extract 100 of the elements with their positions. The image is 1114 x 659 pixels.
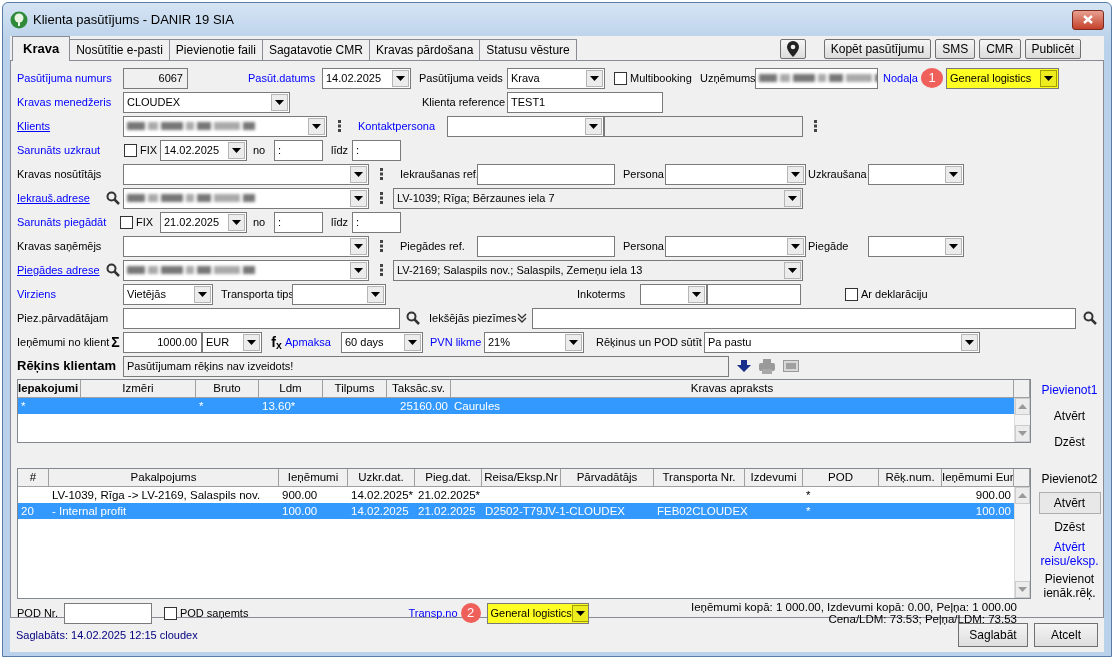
scroll-down-icon[interactable] [1015,425,1030,442]
action-button[interactable]: Pievienot2 [1041,472,1098,486]
column-header[interactable]: Reisa/Eksp.Nr [482,469,561,487]
toolbar-button[interactable]: Publicēt [1024,39,1082,59]
field-link[interactable]: Piegādes adrese [17,261,105,279]
dropdown-field[interactable] [447,115,604,137]
action-button[interactable]: Dzēst [1054,520,1085,534]
dropdown-field[interactable] [640,283,707,305]
input-field[interactable]: : [274,139,323,161]
dropdown-field[interactable] [123,187,369,209]
search-icon[interactable] [406,311,420,325]
dropdown-field[interactable] [868,235,964,257]
checkbox[interactable] [120,215,133,229]
dropdown-field[interactable]: General logistics [486,602,589,624]
dropdown-field[interactable]: CLOUDEX [123,91,290,113]
column-header[interactable]: Transporta Nr. [654,469,745,487]
column-header[interactable]: Pieg.dat. [415,469,482,487]
tab[interactable]: Nosūtītie e-pasti [69,39,170,60]
column-header[interactable]: # [18,469,49,487]
menu-dots-icon[interactable] [379,240,385,252]
dropdown-field[interactable]: Krava [507,67,605,89]
checkbox[interactable] [163,606,177,620]
search-icon[interactable] [106,191,120,205]
dropdown-field[interactable]: 21% [484,331,584,353]
down-arrow-icon[interactable] [737,360,751,372]
tab[interactable]: Statusu vēsture [479,39,577,60]
action-link[interactable]: Atvērt reisu/eksp. [1036,540,1103,568]
input-field[interactable] [477,163,615,185]
scroll-down-icon[interactable] [1015,581,1030,598]
dropdown-field[interactable] [123,115,327,137]
dropdown-field[interactable] [123,259,369,281]
menu-dots-icon[interactable] [379,168,385,180]
column-header[interactable]: Bruto [196,380,259,398]
column-header[interactable]: Ieņēmumi [279,469,348,487]
input-field[interactable] [477,235,615,257]
action-link[interactable]: Pievienot1 [1041,383,1098,397]
footer-button[interactable]: Saglabāt [958,623,1028,647]
column-header[interactable]: Tilpums [323,380,387,398]
input-field[interactable]: 6067 [123,67,188,89]
dropdown-field[interactable] [665,163,806,185]
menu-dots-icon[interactable] [337,120,343,132]
tab[interactable]: Sagatavotie CMR [261,39,370,60]
field-link[interactable]: Iekrauš.adrese [17,189,105,207]
field-link[interactable]: Pasūtījuma numurs [17,69,123,87]
menu-dots-icon[interactable] [379,264,385,276]
toolbar-button[interactable]: Kopēt pasūtījumu [823,39,932,59]
dropdown-field[interactable]: General logistics [946,67,1059,89]
close-button[interactable] [1072,9,1104,30]
action-button[interactable]: Atvērt [1053,409,1086,423]
dropdown-field[interactable]: 60 days [341,331,423,353]
field-link[interactable]: PVN likme [430,333,484,351]
input-field[interactable] [532,307,1076,329]
column-header[interactable]: Uzkr.dat. [348,469,415,487]
scrollbar[interactable] [1014,487,1030,598]
field-link[interactable]: Virziens [17,285,123,303]
action-button[interactable]: Pievienot ienāk.rēķ. [1036,572,1103,600]
field-link[interactable]: Klients [17,117,123,135]
column-header[interactable]: Rēķ.num. [879,469,942,487]
menu-dots-icon[interactable] [813,120,819,132]
column-header[interactable]: Pakalpojums [49,469,279,487]
column-header[interactable]: Ieņēmumi Eur [942,469,1014,487]
input-field[interactable] [707,283,801,305]
field-link[interactable]: Sarunāts piegādāt [17,213,120,231]
dropdown-field[interactable] [665,235,806,257]
input-field[interactable] [604,115,803,137]
search-icon[interactable] [106,263,120,277]
dropdown-field[interactable]: LV-2169; Salaspils nov.; Salaspils, Zemeņu iela 13 [393,259,803,281]
input-field[interactable]: : [352,139,401,161]
dropdown-field[interactable]: 14.02.2025 [160,139,247,161]
footer-button[interactable]: Atcelt [1034,623,1098,647]
menu-dots-icon[interactable] [379,192,385,204]
field-link[interactable]: Pasūt.datums [248,69,322,87]
input-field[interactable]: 1000.00 [123,331,202,353]
column-header[interactable]: Izdevumi [745,469,803,487]
scroll-up-icon[interactable] [1015,398,1030,415]
column-header[interactable]: Ldm [259,380,323,398]
input-field[interactable] [123,307,400,329]
scrollbar[interactable] [1014,398,1030,442]
column-header[interactable]: Taksāc.sv. [387,380,451,398]
search-icon[interactable] [1083,311,1097,325]
column-header[interactable]: Izmēri [81,380,196,398]
dropdown-field[interactable] [123,163,369,185]
dropdown-field[interactable]: EUR [202,331,262,353]
dropdown-field[interactable]: Pa pastu [704,331,980,353]
dropdown-field[interactable] [755,67,878,89]
action-button[interactable]: Dzēst [1054,435,1085,449]
column-header[interactable]: Iepakojumi [18,380,81,398]
input-field[interactable]: : [352,211,401,233]
field-link[interactable]: Kravas menedžeris [17,93,123,111]
field-link[interactable]: Nodaļa [883,69,920,87]
dropdown-field[interactable]: 21.02.2025 [160,211,247,233]
tab[interactable]: Krava [12,36,71,61]
dropdown-field[interactable] [123,235,369,257]
column-header[interactable]: POD [803,469,879,487]
input-field[interactable]: TEST1 [507,91,663,113]
dropdown-field[interactable]: Vietējās [123,283,213,305]
tab[interactable]: Kravas pārdošana [368,39,481,60]
input-field[interactable]: : [274,211,323,233]
input-field[interactable]: Pasūtījumam rēķins nav izveidots! [123,355,729,377]
checkbox[interactable] [845,287,858,301]
